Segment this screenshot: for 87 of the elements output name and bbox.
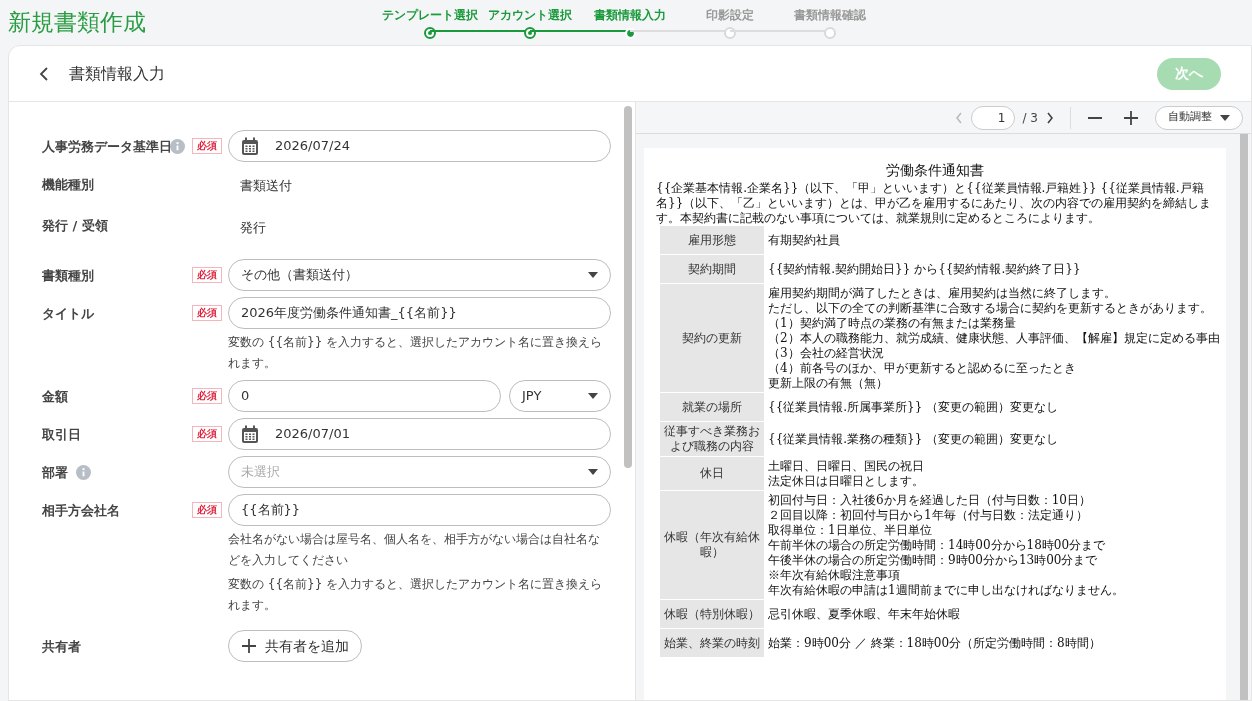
calendar-icon (241, 136, 259, 156)
table-cell-line: （4）前各号のほか、甲が更新すると認めるに至ったとき (768, 361, 1077, 376)
field-label: 人事労務データ基準日 (42, 137, 172, 156)
step-label: テンプレート選択 (382, 7, 478, 24)
table-cell-line: 取得単位：1日単位、半日単位 (768, 523, 933, 538)
table-header-cell: 従事すべき業務および職務の内容 (660, 422, 764, 457)
currency-select[interactable]: JPY (509, 380, 611, 412)
table-cell-line: {{従業員情報.所属事業所}} （変更の範囲）変更なし (768, 400, 1059, 415)
table-cell-line: 忌引休暇、夏季休暇、年末年始休暇 (768, 607, 960, 622)
field-label: 機能種別 (42, 175, 94, 194)
document-title: 労働条件通知書 (885, 161, 985, 180)
zoom-select[interactable]: 自動調整 (1155, 105, 1243, 130)
caret-icon (588, 272, 598, 278)
hint-text: 変数の {{名前}} を入力すると、選択したアカウント名に置き換えられます。 (228, 576, 604, 614)
table-cell-line: {{従業員情報.業務の種類}} （変更の範囲）変更なし (768, 432, 1059, 447)
required-badge: 必須 (192, 502, 222, 518)
scrollbar[interactable] (624, 106, 632, 468)
required-badge: 必須 (192, 305, 222, 321)
required-badge: 必須 (192, 138, 222, 154)
document-intro: {{企業基本情報.企業名}}（以下、「甲」といいます）と{{従業員情報.戸籍姓}} {{従業員情報.戸籍名}}（以下、「乙」といいます）とは、甲が乙を雇用するにあたり、次の内容での雇用契約を締結します。本契約書に記載のない事項については、就業規則に定めるところによります。 (656, 181, 1213, 226)
table-cell-line: 有期契約社員 (768, 233, 840, 248)
next-page-icon[interactable] (1046, 111, 1054, 124)
table-cell-line: ※年次有給休暇注意事項 (768, 568, 901, 583)
step-label: 印影設定 (706, 7, 754, 24)
field-label: タイトル (42, 304, 94, 323)
step-label: アカウント選択 (488, 7, 572, 24)
table-cell-line: （1）契約満了時点の業務の有無または業務量 (768, 316, 1017, 331)
field-label: 共有者 (42, 637, 81, 656)
page-total: / 3 (1022, 109, 1038, 127)
table-header-cell: 雇用形態 (660, 226, 764, 255)
table-cell-line: 午後半休の場合の所定労働時間：9時00分から13時00分まで (768, 553, 1099, 568)
field-label: 取引日 (42, 425, 81, 444)
table-cell-line: 土曜日、日曜日、国民の祝日 (768, 459, 924, 474)
table-cell-line: 年次有給休暇の申請は1週間前までに申し出なければなりません。 (768, 583, 1124, 598)
table-cell-line: 更新上限の有無（無） (768, 376, 889, 391)
table-cell-line: {{契約情報.契約開始日}} から{{契約情報.契約終了日}} (768, 262, 1081, 277)
table-cell-line: ただし、以下の全ての判断基準に合致する場合に契約を更新するときがあります。 (768, 301, 1213, 316)
zoom-in-icon[interactable] (1123, 109, 1139, 126)
table-header-cell: 休日 (660, 457, 764, 491)
hint-text: 会社名がない場合は屋号名、個人名を、相手方がない場合は自社名などを入力してください (228, 531, 601, 569)
field-value: 発行 (239, 218, 267, 237)
table-cell-line: 午前半休の場合の所定労働時間：14時00分から18時00分まで (768, 538, 1107, 553)
previous-page-icon[interactable] (954, 111, 963, 124)
page-title: 書類情報入力 (69, 62, 165, 85)
required-badge: 必須 (192, 426, 222, 442)
table-header-cell: 休暇（特別休暇） (660, 600, 764, 629)
amount-field[interactable]: 0 (228, 380, 501, 412)
page-number-field[interactable]: 1 (970, 105, 1015, 130)
table-cell-line: （2）本人の職務能力、就労成績、健康状態、人事評価、【解雇】規定に定める事由 (768, 331, 1220, 346)
table-header-cell: 始業、終業の時刻 (660, 629, 764, 658)
field-label: 相手方会社名 (42, 501, 120, 520)
plus-icon (241, 638, 257, 654)
required-badge: 必須 (192, 267, 222, 283)
caret-icon (588, 393, 598, 399)
table-cell-line: ２回目以降：初回付与日から1年毎（付与日数：法定通り） (768, 508, 1089, 523)
date-field[interactable]: 2026/07/01 (228, 418, 611, 450)
table-header-cell: 契約の更新 (660, 284, 764, 393)
field-label: 金額 (42, 387, 68, 406)
hint-text: 変数の {{名前}} を入力すると、選択したアカウント名に置き換えられます。 (228, 334, 604, 372)
field-label: 書類種別 (42, 266, 94, 285)
info-icon[interactable] (170, 138, 185, 154)
step-label: 書類情報確認 (794, 7, 866, 24)
table-header-cell: 契約期間 (660, 255, 764, 284)
table-header-cell: 休暇（年次有給休暇） (660, 491, 764, 600)
table-cell-line: 初回付与日：入社後6か月を経過した日（付与日数：10日） (768, 493, 1092, 508)
table-cell-line: 法定休日は日曜日とします。 (768, 474, 924, 489)
date-field[interactable]: 2026/07/24 (228, 130, 611, 162)
info-icon[interactable] (76, 464, 91, 480)
input-field[interactable]: 2026年度労働条件通知書_{{名前}} (228, 297, 611, 329)
field-label: 部署 (42, 463, 68, 482)
caret-icon (588, 469, 598, 475)
select-field[interactable]: その他（書類送付） (228, 259, 611, 291)
input-field[interactable]: {{名前}} (228, 494, 611, 526)
field-label: 発行 / 受領 (42, 217, 108, 235)
back-icon[interactable] (39, 66, 49, 81)
app-title: 新規書類作成 (7, 8, 146, 38)
caret-icon (1220, 114, 1230, 121)
table-cell-line: 始業：9時00分 ／ 終業：18時00分（所定労働時間：8時間） (768, 636, 1101, 651)
required-badge: 必須 (192, 388, 222, 404)
table-cell-line: 雇用契約期間が満了したときは、雇用契約は当然に終了します。 (768, 286, 1117, 301)
add-sharer-button[interactable]: 共有者を追加 (228, 630, 362, 662)
calendar-icon (241, 424, 259, 444)
scrollbar[interactable] (1240, 134, 1248, 700)
field-value: 書類送付 (239, 177, 293, 195)
table-header-cell: 就業の場所 (660, 393, 764, 422)
step-label: 書類情報入力 (594, 7, 666, 24)
table-cell-line: （3）会社の経営状況 (768, 346, 885, 361)
